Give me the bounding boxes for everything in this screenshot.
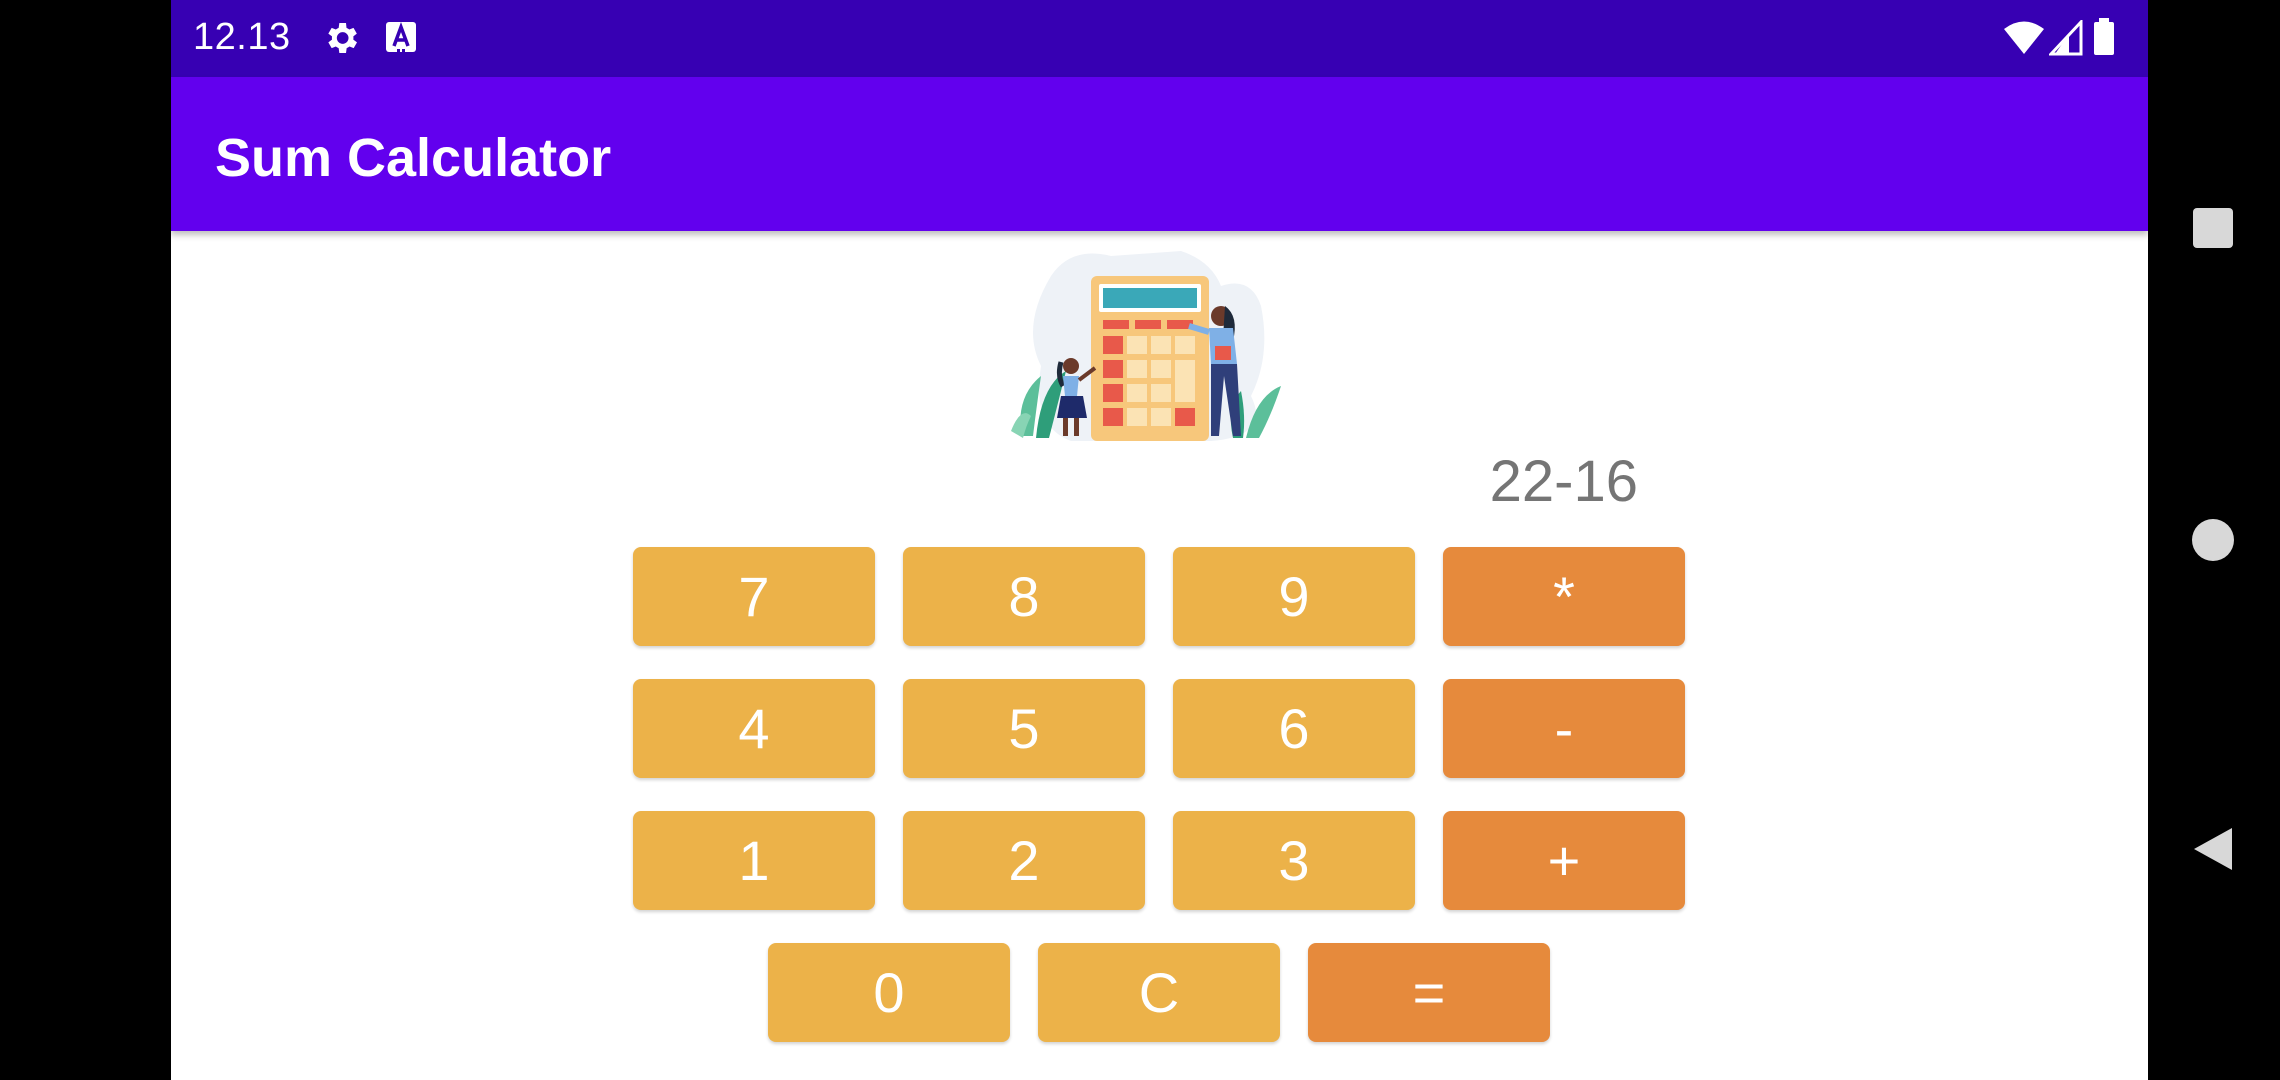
settings-gear-icon bbox=[328, 23, 357, 53]
home-circle-icon[interactable] bbox=[2192, 519, 2234, 561]
app-title: Sum Calculator bbox=[215, 128, 612, 188]
key-2[interactable]: 2 bbox=[903, 811, 1145, 910]
key-5[interactable]: 5 bbox=[903, 679, 1145, 778]
cell-signal-icon bbox=[2049, 20, 2083, 56]
key-multiply[interactable]: * bbox=[1443, 547, 1685, 646]
key-subtract[interactable]: - bbox=[1443, 679, 1685, 778]
status-bar: 12.13 bbox=[171, 0, 2148, 77]
key-6[interactable]: 6 bbox=[1173, 679, 1415, 778]
key-1[interactable]: 1 bbox=[633, 811, 875, 910]
key-8[interactable]: 8 bbox=[903, 547, 1145, 646]
app-bar: Sum Calculator bbox=[171, 77, 2148, 231]
key-add[interactable]: + bbox=[1443, 811, 1685, 910]
wifi-icon bbox=[2004, 21, 2044, 54]
key-0[interactable]: 0 bbox=[768, 943, 1010, 1042]
key-4[interactable]: 4 bbox=[633, 679, 875, 778]
key-equals[interactable]: = bbox=[1308, 943, 1550, 1042]
key-3[interactable]: 3 bbox=[1173, 811, 1415, 910]
recents-square-icon[interactable] bbox=[2193, 208, 2233, 248]
status-time: 12.13 bbox=[193, 16, 291, 58]
key-7[interactable]: 7 bbox=[633, 547, 875, 646]
key-9[interactable]: 9 bbox=[1173, 547, 1415, 646]
battery-icon bbox=[2094, 18, 2114, 55]
app-screen: 12.13 Sum Calculator 22-16 7 8 9 * 4 5 6… bbox=[171, 0, 2148, 1080]
key-clear[interactable]: C bbox=[1038, 943, 1280, 1042]
back-triangle-icon[interactable] bbox=[2192, 826, 2234, 872]
navigation-bar bbox=[2148, 0, 2280, 1080]
a-text-notification-icon bbox=[386, 21, 416, 52]
calculator-illustration-icon bbox=[1011, 251, 1281, 441]
calculator-display: 22-16 bbox=[1489, 449, 1638, 514]
